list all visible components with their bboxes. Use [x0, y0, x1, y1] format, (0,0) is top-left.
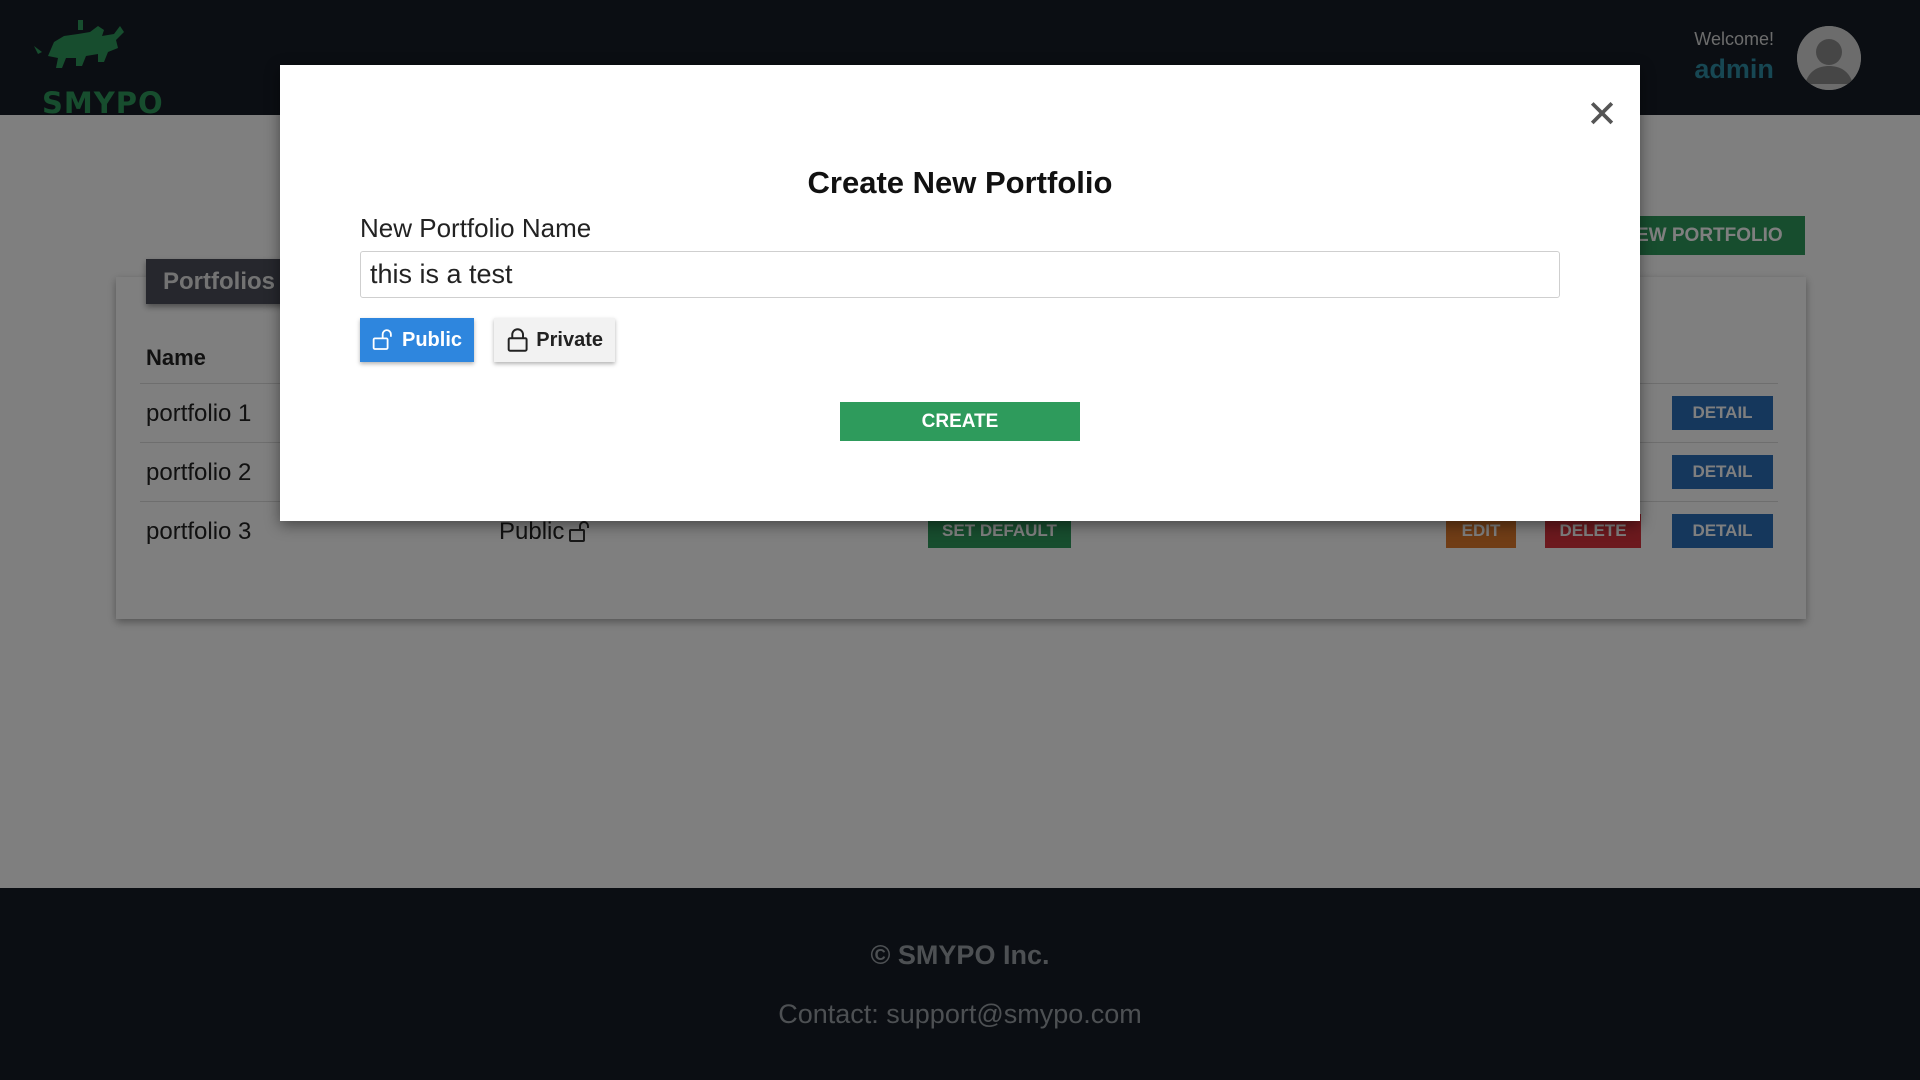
- private-toggle-button[interactable]: Private: [494, 318, 615, 362]
- private-label: Private: [536, 328, 603, 351]
- portfolio-name-input[interactable]: [360, 251, 1560, 298]
- create-button[interactable]: CREATE: [840, 402, 1080, 441]
- lock-icon: [507, 328, 528, 352]
- public-label: Public: [401, 328, 462, 351]
- modal-title: Create New Portfolio: [807, 165, 1113, 200]
- unlock-icon: [372, 329, 392, 350]
- create-portfolio-modal: ✕ Create New Portfolio New Portfolio Nam…: [280, 65, 1640, 521]
- close-icon[interactable]: ✕: [1582, 95, 1622, 135]
- portfolio-name-label: New Portfolio Name: [360, 213, 592, 243]
- public-toggle-button[interactable]: Public: [360, 318, 474, 362]
